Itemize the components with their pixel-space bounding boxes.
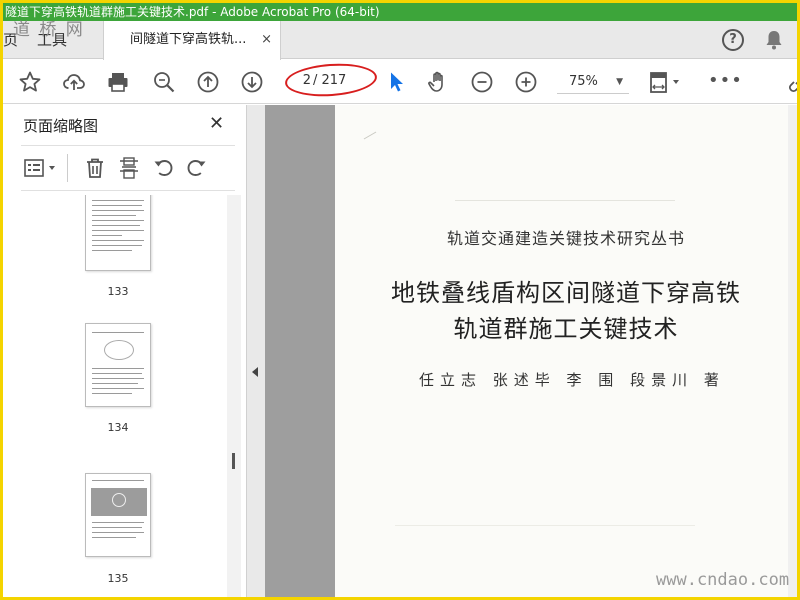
- panel-scrollbar[interactable]: [227, 195, 241, 597]
- delete-icon[interactable]: [83, 156, 109, 182]
- bell-icon[interactable]: [765, 30, 783, 50]
- viewer-scrollbar[interactable]: [788, 105, 797, 597]
- window-title: 隧道下穿高铁轨道群施工关键技术.pdf - Adobe Acrobat Pro …: [3, 3, 797, 21]
- page-up-icon[interactable]: [195, 69, 221, 95]
- rotate-right-icon[interactable]: [185, 156, 211, 182]
- select-pointer-icon[interactable]: [383, 69, 409, 95]
- tab-bar: 页 工具 间隧道下穿高铁轨... × ?: [3, 21, 797, 60]
- zoom-out-icon[interactable]: [469, 69, 495, 95]
- thumbnail-label: 134: [107, 421, 129, 434]
- watermark-bottom: www.cndao.com: [656, 570, 790, 590]
- page-thumbnail[interactable]: [85, 323, 151, 407]
- cloud-upload-icon[interactable]: [61, 69, 87, 95]
- zoom-value: 75%: [569, 74, 598, 89]
- zoom-select[interactable]: 75% ▼: [557, 70, 629, 94]
- close-panel-icon[interactable]: ✕: [209, 113, 224, 134]
- star-icon[interactable]: [17, 69, 43, 95]
- thumbnail-options-icon[interactable]: [23, 156, 63, 182]
- watermark-top: 道 桥 网: [13, 20, 85, 40]
- rotate-left-icon[interactable]: [151, 156, 177, 182]
- book-title-line-2: 轨道群施工关键技术: [453, 315, 679, 343]
- panel-collapse-handle[interactable]: [247, 105, 265, 597]
- extract-pages-icon[interactable]: [117, 156, 143, 182]
- close-tab-icon[interactable]: ×: [261, 21, 272, 59]
- scrollbar-thumb[interactable]: [232, 453, 235, 469]
- panel-toolbar: [21, 145, 235, 191]
- collapse-arrow-icon: [252, 367, 258, 377]
- help-icon[interactable]: ?: [722, 29, 744, 51]
- more-options-icon[interactable]: •••: [708, 70, 743, 91]
- book-authors: 任立志 张述毕 李 围 段景川 著: [419, 371, 725, 389]
- book-series: 轨道交通建造关键技术研究丛书: [446, 229, 685, 248]
- main-toolbar: 2 / 217 75% ▼ •••: [3, 60, 797, 104]
- panel-title: 页面缩略图: [23, 117, 99, 135]
- thumbnail-label: 135: [107, 572, 129, 585]
- hand-icon[interactable]: [425, 69, 451, 95]
- tab-document-label: 间隧道下穿高铁轨...: [130, 32, 247, 47]
- zoom-search-icon[interactable]: [151, 69, 177, 95]
- page-down-icon[interactable]: [239, 69, 265, 95]
- toolbar-divider: [67, 154, 68, 182]
- chevron-down-icon: ▼: [616, 77, 623, 87]
- thumbnails-panel: 页面缩略图 ✕ 133 134 135: [3, 105, 247, 597]
- thumbnail-label: 133: [107, 285, 129, 298]
- annotation-ellipse: [283, 60, 379, 100]
- tab-document[interactable]: 间隧道下穿高铁轨... ×: [103, 21, 281, 60]
- zoom-in-icon[interactable]: [513, 69, 539, 95]
- print-icon[interactable]: [105, 69, 131, 95]
- app-window: 隧道下穿高铁轨道群施工关键技术.pdf - Adobe Acrobat Pro …: [3, 3, 797, 597]
- link-icon[interactable]: [785, 69, 797, 95]
- document-viewer: 轨道交通建造关键技术研究丛书 地铁叠线盾构区间隧道下穿高铁 轨道群施工关键技术 …: [265, 105, 797, 597]
- fit-page-icon[interactable]: [647, 69, 683, 95]
- thumbnail-list: 133 134 135: [21, 195, 227, 597]
- page-thumbnail[interactable]: [85, 473, 151, 557]
- page-thumbnail[interactable]: [85, 195, 151, 271]
- book-title-line-1: 地铁叠线盾构区间隧道下穿高铁: [391, 279, 741, 307]
- document-page: 轨道交通建造关键技术研究丛书 地铁叠线盾构区间隧道下穿高铁 轨道群施工关键技术 …: [335, 105, 797, 597]
